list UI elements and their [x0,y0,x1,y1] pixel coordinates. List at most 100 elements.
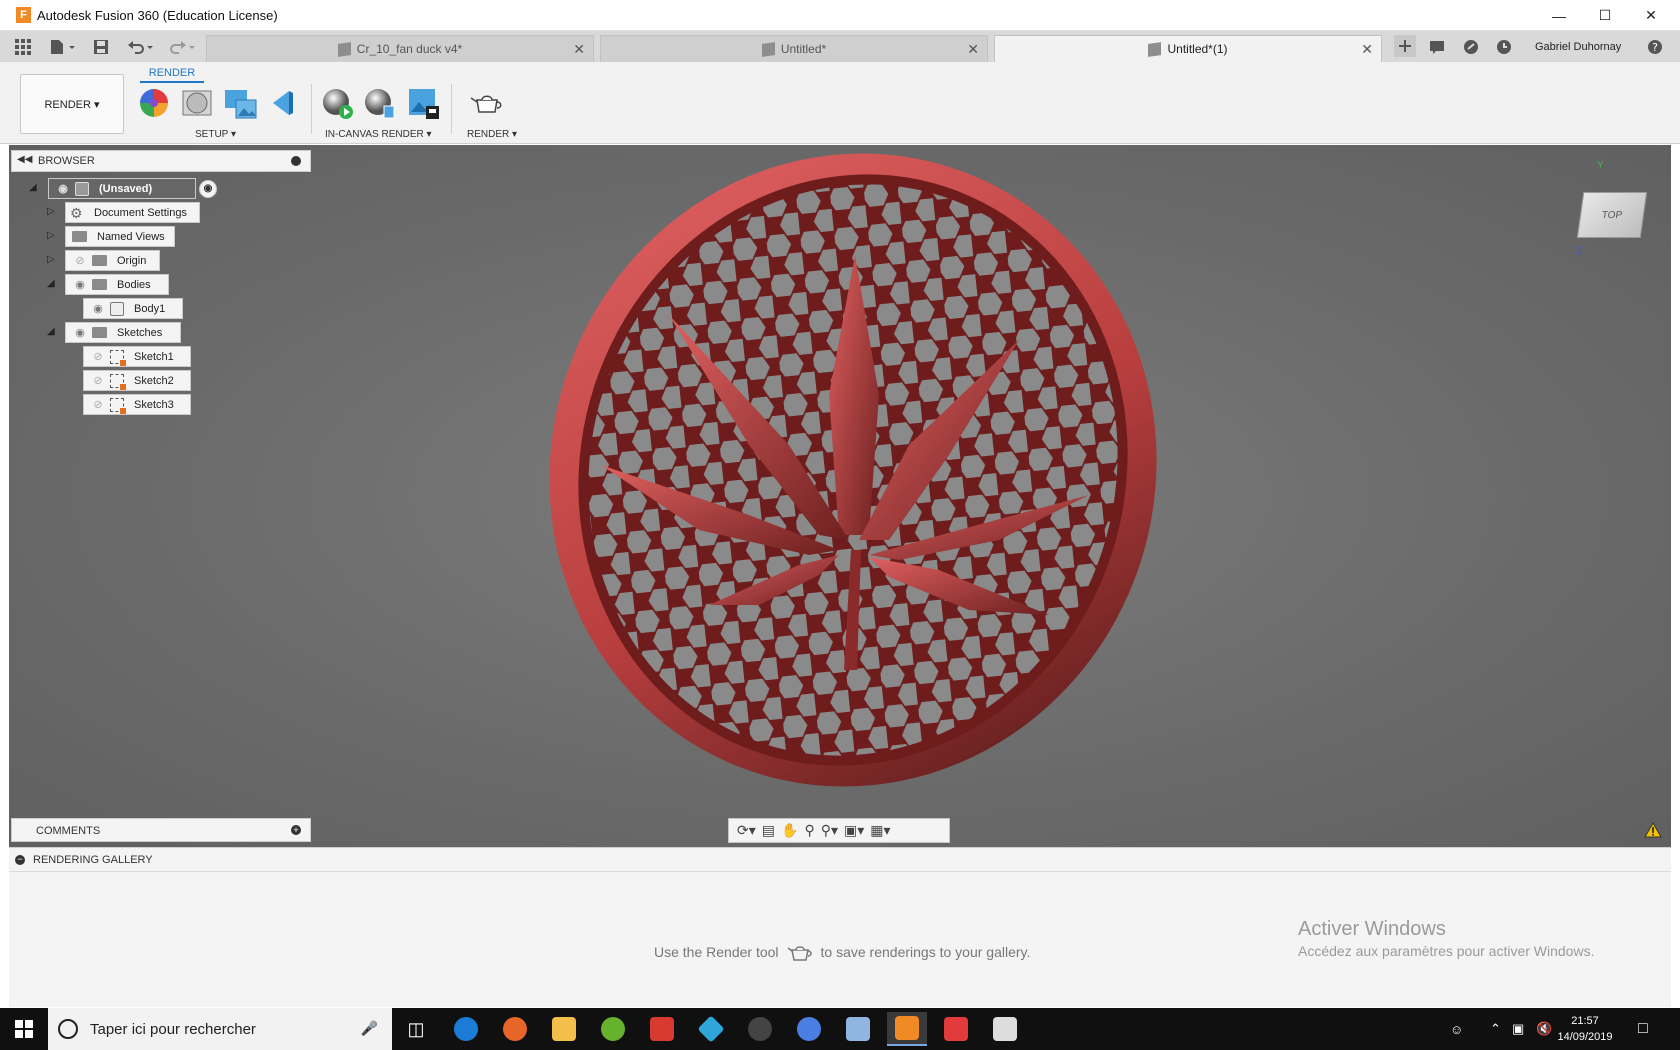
close-tab-icon[interactable]: ✕ [1361,41,1373,58]
system-clock[interactable]: 21:57 14/09/2019 [1555,1013,1615,1045]
qbittorrent-icon[interactable] [789,1012,829,1046]
tree-item-sketch3[interactable]: ⊘ Sketch3 [83,394,191,415]
physical-material-icon[interactable] [182,88,212,118]
new-tab-plus-icon[interactable] [1394,35,1416,57]
tab-render[interactable]: RENDER [140,67,204,83]
visibility-eye-icon[interactable]: ◉ [72,279,88,290]
texture-map-icon[interactable] [269,88,299,118]
file-menu-icon[interactable] [48,38,78,56]
volume-muted-icon[interactable]: 🔇 [1536,1008,1552,1050]
activate-radio-icon[interactable]: ◉ [199,180,217,198]
tab-untitled[interactable]: Untitled* ✕ [600,35,988,62]
network-icon[interactable]: ▣ [1512,1008,1524,1050]
collapsed-triangle-icon[interactable]: ▷ [47,254,57,266]
kodi-icon[interactable] [691,1012,731,1046]
render-group-dropdown[interactable]: RENDER ▾ [467,129,517,140]
utorrent-icon[interactable] [593,1012,633,1046]
visibility-eye-icon[interactable]: ◉ [72,327,88,338]
tab-cr10-fan-duck[interactable]: Cr_10_fan duck v4* ✕ [206,35,594,62]
data-panel-grid-icon[interactable] [14,38,32,56]
visibility-hidden-icon[interactable]: ⊘ [72,255,88,266]
pose-app-icon[interactable] [985,1012,1025,1046]
tab-untitled-1[interactable]: Untitled*(1) ✕ [994,35,1382,62]
scene-settings-icon[interactable] [224,88,257,119]
sketchup-icon[interactable] [642,1012,682,1046]
collapsed-triangle-icon[interactable]: ▷ [47,230,57,242]
browser-minimize-icon[interactable] [291,156,301,166]
cura-icon[interactable] [740,1012,780,1046]
file-explorer-icon[interactable] [544,1012,584,1046]
close-tab-icon[interactable]: ✕ [573,41,585,58]
tree-root-unsaved[interactable]: ◉ (Unsaved) ◉ [48,178,217,199]
taskbar-search-box[interactable]: Taper ici pour rechercher 🎤 [48,1008,392,1050]
undo-icon[interactable] [126,38,156,56]
render-teapot-icon[interactable] [470,88,504,118]
display-settings-icon[interactable]: ▣▾ [844,822,864,839]
collapse-browser-icon[interactable]: ◀◀ [17,154,32,165]
in-canvas-render-settings-icon[interactable] [364,88,395,119]
fusion-360-taskbar-icon[interactable] [887,1012,927,1046]
capture-image-icon[interactable] [408,88,439,119]
microphone-icon[interactable]: 🎤 [361,1020,378,1037]
clock-history-icon[interactable] [1495,38,1513,56]
setup-group-dropdown[interactable]: SETUP ▾ [195,129,236,140]
orbit-icon[interactable]: ⟳▾ [737,822,756,839]
in-canvas-render-group-dropdown[interactable]: IN-CANVAS RENDER ▾ [325,129,432,140]
visibility-hidden-icon[interactable]: ⊘ [90,375,106,386]
remote-desktop-icon[interactable] [838,1012,878,1046]
fan-grill-model[interactable] [9,145,1671,847]
expand-triangle-icon[interactable]: ◢ [47,278,57,290]
gallery-collapse-icon[interactable]: − [15,855,25,865]
activate-windows-title: Activer Windows [1298,918,1446,940]
appearance-icon[interactable] [139,88,169,118]
pan-hand-icon[interactable]: ✋ [781,822,798,839]
visibility-eye-icon[interactable]: ◉ [90,303,106,314]
camera-app-icon[interactable] [936,1012,976,1046]
view-cube[interactable]: TOP [1576,192,1648,238]
job-status-icon[interactable] [1462,38,1480,56]
visibility-eye-icon[interactable]: ◉ [55,183,71,194]
tree-label: Sketch3 [134,398,174,411]
close-button[interactable]: ✕ [1628,0,1674,31]
collapsed-triangle-icon[interactable]: ▷ [47,206,57,218]
firefox-icon[interactable] [495,1012,535,1046]
in-canvas-render-icon[interactable] [322,88,353,119]
tree-item-sketch2[interactable]: ⊘ Sketch2 [83,370,191,391]
tree-item-body1[interactable]: ◉ Body1 [83,298,183,319]
add-comment-icon[interactable]: + [291,825,301,835]
body-icon [110,301,124,316]
minimize-button[interactable]: — [1536,0,1582,31]
warning-icon[interactable] [1644,821,1662,838]
zoom-icon[interactable]: ⚲ [804,822,814,839]
people-icon[interactable]: ☺ [1450,1008,1463,1050]
3d-viewport-canvas[interactable] [9,145,1671,847]
visibility-hidden-icon[interactable]: ⊘ [90,351,106,362]
redo-icon[interactable] [168,38,198,56]
tree-item-bodies[interactable]: ◉ Bodies [65,274,169,295]
expand-triangle-icon[interactable]: ◢ [47,326,57,338]
tab-label: Untitled* [780,42,827,56]
tree-item-named-views[interactable]: Named Views [65,226,175,247]
look-at-icon[interactable]: ▤ [762,822,775,839]
workspace-switcher-button[interactable]: RENDER ▾ [20,74,124,134]
show-hidden-icons-chevron[interactable]: ⌃ [1490,1008,1501,1050]
visibility-hidden-icon[interactable]: ⊘ [90,399,106,410]
maximize-button[interactable]: ☐ [1582,0,1628,31]
fit-window-icon[interactable]: ⚲▾ [821,822,838,839]
edge-browser-icon[interactable] [446,1012,486,1046]
tree-item-origin[interactable]: ⊘ Origin [65,250,160,271]
start-button[interactable] [0,1008,48,1050]
grid-settings-icon[interactable]: ▦▾ [870,822,890,839]
save-icon[interactable] [92,38,110,56]
task-view-icon[interactable]: ◫ [396,1012,436,1046]
tree-item-sketches[interactable]: ◉ Sketches [65,322,181,343]
tree-item-sketch1[interactable]: ⊘ Sketch1 [83,346,191,367]
expand-triangle-icon[interactable]: ◢ [29,182,39,194]
notifications-icon[interactable] [1428,38,1446,56]
help-icon[interactable]: ? [1646,38,1664,56]
close-tab-icon[interactable]: ✕ [967,41,979,58]
browser-panel: ◀◀ BROWSER [11,150,311,172]
action-center-icon[interactable]: □ [1638,1008,1648,1050]
user-account-name[interactable]: Gabriel Duhornay [1535,41,1621,53]
tree-item-document-settings[interactable]: ⚙ Document Settings [65,202,200,223]
